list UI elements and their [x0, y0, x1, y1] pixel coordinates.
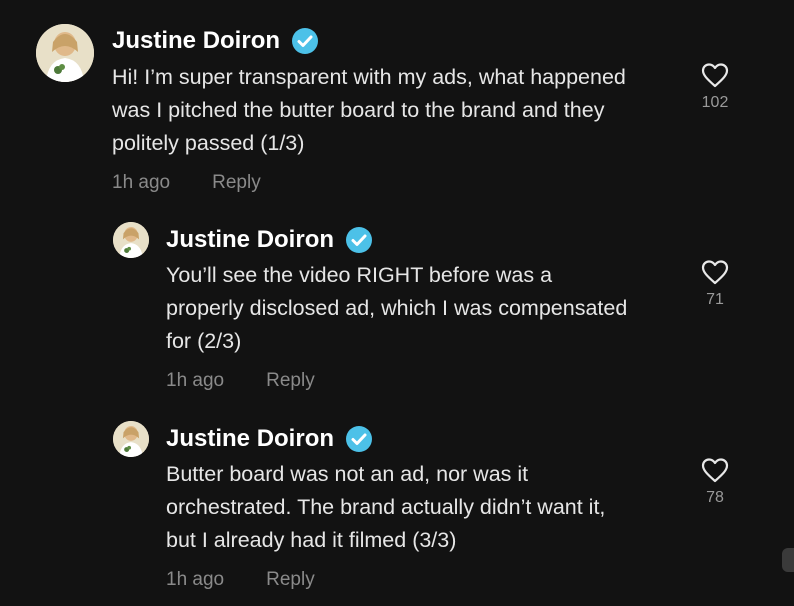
comment-timestamp: 1h ago: [166, 370, 225, 391]
comment-timestamp: 1h ago: [166, 569, 225, 590]
like-button[interactable]: 71: [687, 259, 743, 309]
like-button[interactable]: 78: [687, 457, 743, 507]
reply-button[interactable]: Reply: [266, 569, 315, 591]
heart-outline-icon[interactable]: [701, 62, 729, 88]
like-button[interactable]: 102: [687, 62, 743, 112]
like-count: 78: [706, 489, 724, 506]
comment-text-line: properly disclosed ad, which I was compe…: [166, 296, 628, 320]
comments-panel: Justine Doiron Hi! I’m super transparent…: [0, 0, 794, 606]
heart-outline-icon[interactable]: [701, 259, 729, 285]
reply-button[interactable]: Reply: [266, 370, 315, 392]
avatar[interactable]: [113, 222, 149, 258]
author-name[interactable]: Justine Doiron: [166, 425, 334, 453]
verified-badge-icon: [346, 426, 373, 452]
reply-button[interactable]: Reply: [212, 172, 261, 194]
heart-outline-icon[interactable]: [701, 457, 729, 483]
comment-text-line: Hi! I’m super transparent with my ads, w…: [112, 65, 626, 89]
author-name[interactable]: Justine Doiron: [166, 226, 334, 254]
comment-text-line: orchestrated. The brand actually didn’t …: [166, 495, 606, 519]
comment-timestamp: 1h ago: [112, 172, 171, 193]
comment-text: Hi! I’m super transparent with my ads, w…: [112, 61, 626, 160]
avatar[interactable]: [113, 421, 149, 457]
comment-text-line: but I already had it filmed (3/3): [166, 528, 457, 552]
like-count: 71: [706, 291, 724, 308]
author-name[interactable]: Justine Doiron: [112, 27, 280, 55]
like-count: 102: [701, 94, 729, 111]
comment-text-line: Butter board was not an ad, nor was it: [166, 462, 529, 486]
avatar[interactable]: [36, 24, 94, 82]
comment-text-line: was I pitched the butter board to the br…: [112, 98, 605, 122]
comment-text-line: for (2/3): [166, 329, 242, 353]
scrollbar-thumb[interactable]: [782, 548, 794, 572]
verified-badge-icon: [292, 28, 319, 54]
comment-text-line: politely passed (1/3): [112, 131, 305, 155]
verified-badge-icon: [346, 227, 373, 253]
comment-text: You’ll see the video RIGHT before was a …: [166, 259, 627, 358]
comment-text-line: You’ll see the video RIGHT before was a: [166, 263, 553, 287]
comment-text: Butter board was not an ad, nor was it o…: [166, 458, 605, 557]
